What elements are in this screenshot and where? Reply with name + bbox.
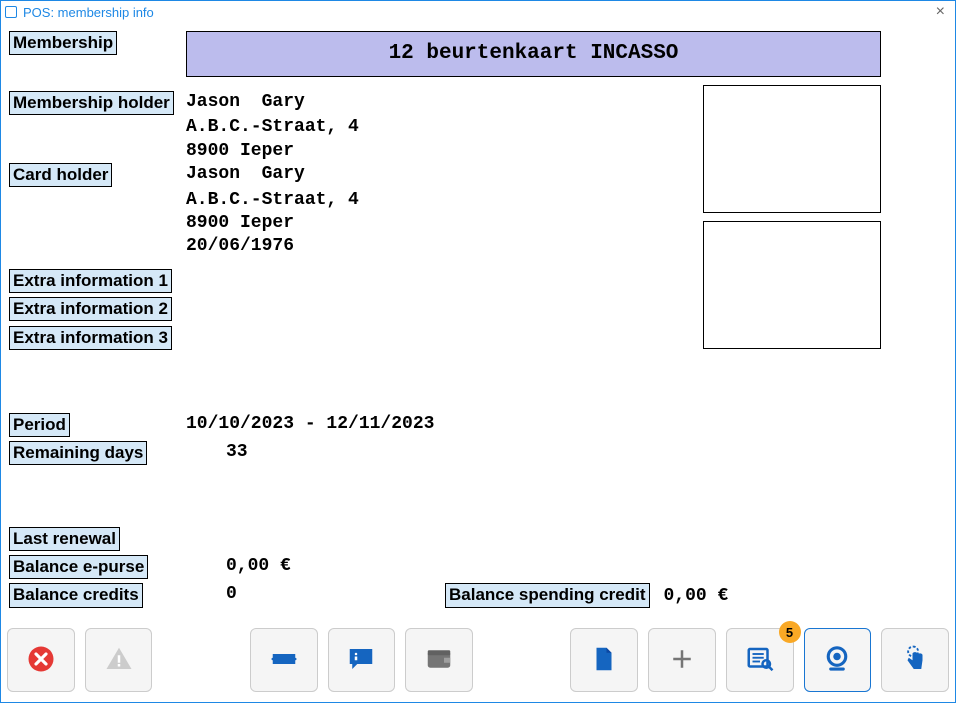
holder-street: A.B.C.-Straat, 4	[184, 116, 359, 139]
file-icon	[589, 644, 619, 677]
cardholder-street: A.B.C.-Straat, 4	[184, 189, 359, 212]
holder-city: 8900 Ieper	[184, 140, 294, 163]
label-spending: Balance spending credit	[445, 583, 650, 607]
toolbar: 5	[1, 624, 955, 702]
label-epurse: Balance e-purse	[9, 555, 148, 579]
chat-icon	[346, 644, 376, 677]
label-remaining: Remaining days	[9, 441, 147, 465]
label-extra1: Extra information 1	[9, 269, 172, 293]
label-membership: Membership	[9, 31, 117, 55]
credits-value: 0	[184, 583, 237, 606]
label-period: Period	[9, 413, 70, 437]
label-credits: Balance credits	[9, 583, 143, 607]
label-lastrenewal: Last renewal	[9, 527, 120, 551]
cancel-icon	[26, 644, 56, 677]
content-area: Membership 12 beurtenkaart INCASSO Membe…	[1, 23, 955, 624]
touch-button[interactable]	[881, 628, 949, 692]
wallet-button[interactable]	[405, 628, 473, 692]
badge-count: 5	[779, 621, 801, 643]
webcam-button[interactable]	[804, 628, 872, 692]
holder-name: Jason Gary	[184, 91, 305, 114]
window-title: POS: membership info	[23, 5, 930, 20]
webcam-icon	[822, 644, 852, 677]
warning-button[interactable]	[85, 628, 153, 692]
photo-slot-2	[703, 221, 881, 349]
label-cardholder: Card holder	[9, 163, 112, 187]
close-icon[interactable]: ×	[930, 4, 951, 20]
membership-banner: 12 beurtenkaart INCASSO	[186, 31, 881, 77]
label-extra2: Extra information 2	[9, 297, 172, 321]
search-list-button[interactable]: 5	[726, 628, 794, 692]
list-search-icon	[745, 644, 775, 677]
touch-icon	[900, 644, 930, 677]
cancel-button[interactable]	[7, 628, 75, 692]
remaining-value: 33	[184, 441, 248, 464]
message-button[interactable]	[328, 628, 396, 692]
photo-slot-1	[703, 85, 881, 213]
warning-icon	[104, 644, 134, 677]
cardholder-name: Jason Gary	[184, 163, 305, 186]
label-extra3: Extra information 3	[9, 326, 172, 350]
titlebar: POS: membership info ×	[1, 1, 955, 23]
cardholder-dob: 20/06/1976	[184, 235, 294, 258]
spending-value: 0,00 €	[650, 585, 729, 608]
label-holder: Membership holder	[9, 91, 174, 115]
ticket-icon	[269, 644, 299, 677]
cardholder-city: 8900 Ieper	[184, 212, 294, 235]
document-button[interactable]	[570, 628, 638, 692]
plus-icon	[667, 644, 697, 677]
epurse-value: 0,00 €	[184, 555, 291, 578]
membership-info-window: POS: membership info × Membership 12 beu…	[0, 0, 956, 703]
wallet-icon	[424, 644, 454, 677]
window-icon	[5, 6, 17, 18]
period-value: 10/10/2023 - 12/11/2023	[184, 413, 434, 436]
ticket-button[interactable]	[250, 628, 318, 692]
add-button[interactable]	[648, 628, 716, 692]
